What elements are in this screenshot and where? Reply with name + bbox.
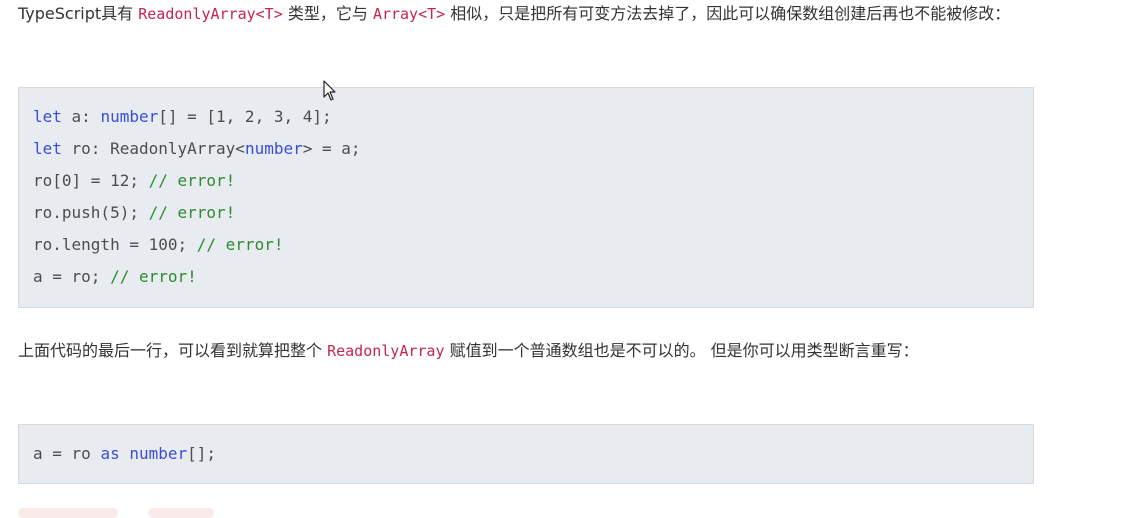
code-token: a = ro;: [33, 267, 111, 286]
code-line: let ro: ReadonlyArray<number> = a;: [33, 133, 1033, 165]
code-line: ro.push(5); // error!: [33, 197, 1033, 229]
code-token: ro.push(5);: [33, 203, 149, 222]
code-token: a:: [61, 107, 101, 126]
explanation-paragraph: 上面代码的最后一行，可以看到就算把整个 ReadonlyArray 赋值到一个普…: [18, 335, 1036, 367]
inline-code-readonlyarray-2: ReadonlyArray: [327, 342, 445, 360]
code-line: ro.length = 100; // error!: [33, 229, 1033, 261]
code-token: ro: ReadonlyArray<: [61, 139, 245, 158]
intro-paragraph: TypeScript具有 ReadonlyArray<T> 类型，它与 Arra…: [18, 0, 1036, 30]
code-token: ro.length = 100;: [33, 235, 197, 254]
code-comment: // error!: [196, 235, 284, 254]
code-comment: // error!: [110, 267, 197, 286]
code-token: [];: [187, 444, 217, 463]
intro-text-3: 相似，只是把所有可变方法去掉了，因此可以确保数组创建后再也不能被修改：: [445, 4, 1011, 23]
explanation-text-2: 赋值到一个普通数组也是不可以的。 但是你可以用类型断言重写：: [444, 341, 919, 360]
code-line: a = ro as number[];: [33, 438, 1033, 470]
code-keyword: number: [100, 107, 159, 126]
code-line: let a: number[] = [1, 2, 3, 4];: [33, 101, 1033, 133]
code-keyword: let: [33, 139, 62, 158]
code-block-type-assertion[interactable]: a = ro as number[];: [18, 424, 1034, 484]
code-block-readonly-example[interactable]: let a: number[] = [1, 2, 3, 4]; let ro: R…: [18, 87, 1034, 308]
code-line: a = ro; // error!: [33, 261, 1033, 293]
code-keyword: number: [244, 139, 303, 158]
explanation-text-1: 上面代码的最后一行，可以看到就算把整个: [18, 341, 328, 360]
code-comment: // error!: [148, 203, 236, 222]
code-token: a = ro: [33, 444, 101, 463]
code-comment: // error!: [148, 171, 236, 190]
next-section-tag-1: [18, 508, 118, 518]
intro-text-2: 类型，它与: [282, 4, 373, 23]
next-section-tag-2: [148, 508, 214, 518]
inline-code-readonlyarray: ReadonlyArray<T>: [138, 5, 283, 23]
code-token: [] = [1, 2, 3, 4];: [158, 107, 332, 126]
mouse-cursor-icon: [323, 80, 336, 101]
code-line: ro[0] = 12; // error!: [33, 165, 1033, 197]
intro-text-1: TypeScript具有: [18, 4, 139, 23]
code-keyword: let: [33, 107, 62, 126]
code-keyword: as: [100, 444, 120, 463]
code-token: > = a;: [302, 139, 361, 158]
code-token: ro[0] = 12;: [33, 171, 149, 190]
code-keyword: number: [129, 444, 188, 463]
inline-code-array: Array<T>: [372, 5, 446, 23]
